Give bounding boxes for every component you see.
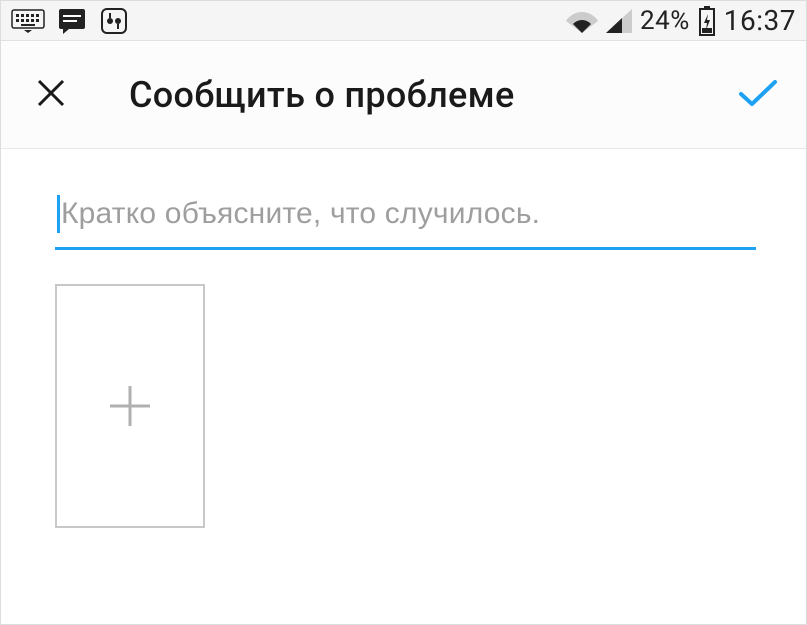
page-title: Сообщить о проблеме xyxy=(129,74,736,116)
text-cursor xyxy=(57,195,60,233)
add-attachment-button[interactable] xyxy=(55,284,205,528)
close-icon xyxy=(36,78,66,112)
check-icon xyxy=(737,76,779,114)
status-bar: 24% 16:37 xyxy=(1,1,806,41)
battery-icon xyxy=(698,6,716,36)
chat-icon xyxy=(57,7,87,35)
content-area xyxy=(1,149,806,528)
status-left-icons xyxy=(11,6,129,36)
app-header: Сообщить о проблеме xyxy=(1,41,806,149)
signal-icon xyxy=(606,9,632,33)
notification-icon xyxy=(99,6,129,36)
submit-button[interactable] xyxy=(736,73,780,117)
status-right-icons: 24% 16:37 xyxy=(566,4,796,37)
wifi-icon xyxy=(566,9,598,33)
clock: 16:37 xyxy=(724,4,796,37)
close-button[interactable] xyxy=(31,75,71,115)
battery-percentage: 24% xyxy=(640,6,690,36)
keyboard-icon xyxy=(11,9,45,33)
input-wrapper xyxy=(55,197,756,250)
plus-icon xyxy=(102,378,158,434)
problem-description-input[interactable] xyxy=(55,197,756,231)
